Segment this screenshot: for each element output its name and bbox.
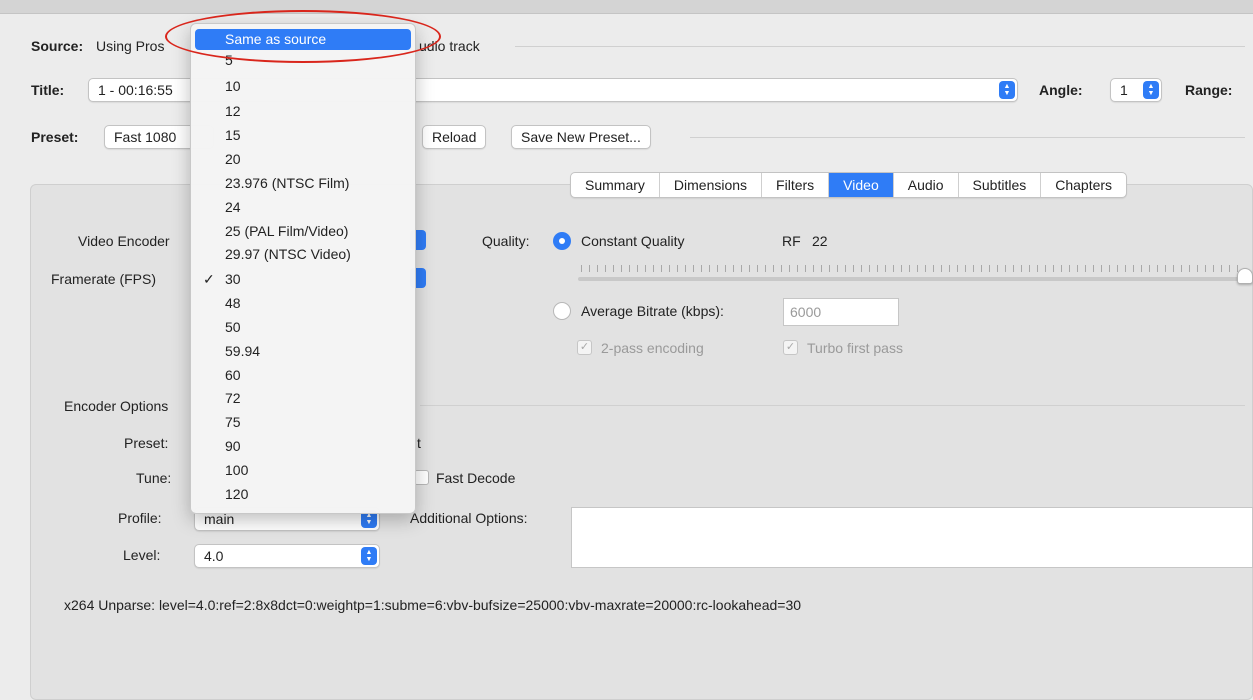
tab-dimensions[interactable]: Dimensions — [660, 173, 763, 197]
title-label: Title: — [31, 82, 65, 98]
source-value-left: Using Pros — [96, 38, 165, 54]
chevron-updown-icon: ▲ ▼ — [361, 547, 377, 565]
framerate-label: Framerate (FPS) — [51, 271, 157, 287]
tune-label: Tune: — [136, 470, 172, 486]
turbo-first-pass-checkbox[interactable]: ✓ — [783, 340, 798, 355]
average-bitrate-input[interactable]: 6000 — [783, 298, 899, 326]
tab-filters[interactable]: Filters — [762, 173, 830, 197]
additional-options-label: Additional Options: — [410, 510, 528, 526]
source-label: Source: — [31, 38, 84, 54]
encoder-preset-label: Preset: — [124, 435, 169, 451]
tab-video[interactable]: Video — [829, 173, 894, 197]
average-bitrate-radio[interactable] — [553, 302, 571, 320]
angle-popup[interactable]: 1 ▲ ▼ — [1110, 78, 1162, 102]
video-encoder-label: Video Encoder — [78, 233, 170, 249]
checkmark-icon: ✓ — [203, 271, 215, 287]
fast-decode-label: Fast Decode — [436, 470, 516, 486]
average-bitrate-value: 6000 — [790, 304, 822, 320]
tab-subtitles[interactable]: Subtitles — [959, 173, 1042, 197]
constant-quality-radio[interactable] — [553, 232, 571, 250]
tab-bar: Summary Dimensions Filters Video Audio S… — [570, 172, 1128, 198]
encoder-options-header: Encoder Options — [64, 398, 169, 414]
rf-label: RF — [782, 233, 801, 249]
constant-quality-label: Constant Quality — [581, 233, 685, 249]
window-top-strip — [0, 0, 1253, 14]
annotation-ellipse — [165, 10, 441, 63]
level-label: Level: — [123, 547, 161, 563]
framerate-dropdown-menu: Same as source 5 10 12 15 20 23.976 (NTS… — [190, 23, 416, 514]
x264-unparse-text: x264 Unparse: level=4.0:ref=2:8x8dct=0:w… — [64, 597, 802, 613]
source-divider — [515, 46, 1245, 47]
additional-options-field[interactable] — [571, 507, 1253, 568]
preset-divider — [690, 137, 1245, 138]
angle-value: 1 — [1120, 82, 1128, 98]
tab-chapters[interactable]: Chapters — [1041, 173, 1126, 197]
average-bitrate-label: Average Bitrate (kbps): — [581, 303, 724, 319]
preset-value: Fast 1080 — [114, 129, 177, 145]
turbo-first-pass-label: Turbo first pass — [807, 340, 903, 356]
chevron-updown-icon: ▲ ▼ — [999, 81, 1015, 99]
quality-label: Quality: — [482, 233, 530, 249]
encoder-preset-value: t — [417, 435, 421, 451]
tab-audio[interactable]: Audio — [894, 173, 959, 197]
level-popup[interactable]: 4.0 ▲ ▼ — [194, 544, 380, 568]
chevron-updown-icon: ▲ ▼ — [1143, 81, 1159, 99]
tab-summary[interactable]: Summary — [571, 173, 660, 197]
rf-slider[interactable] — [578, 277, 1253, 281]
level-value: 4.0 — [204, 548, 224, 564]
range-label: Range: — [1185, 82, 1233, 98]
reload-button[interactable]: Reload — [422, 125, 487, 149]
profile-label: Profile: — [118, 510, 162, 526]
preset-label: Preset: — [31, 129, 79, 145]
title-value: 1 - 00:16:55 — [98, 82, 173, 98]
rf-slider-knob[interactable] — [1237, 268, 1253, 284]
encoder-options-divider — [420, 405, 1245, 406]
angle-label: Angle: — [1039, 82, 1083, 98]
rf-slider-ticks — [581, 265, 1245, 272]
save-new-preset-button[interactable]: Save New Preset... — [511, 125, 651, 149]
two-pass-checkbox[interactable]: ✓ — [577, 340, 592, 355]
fast-decode-checkbox[interactable] — [414, 470, 429, 485]
rf-value: 22 — [812, 233, 828, 249]
two-pass-label: 2-pass encoding — [601, 340, 704, 356]
